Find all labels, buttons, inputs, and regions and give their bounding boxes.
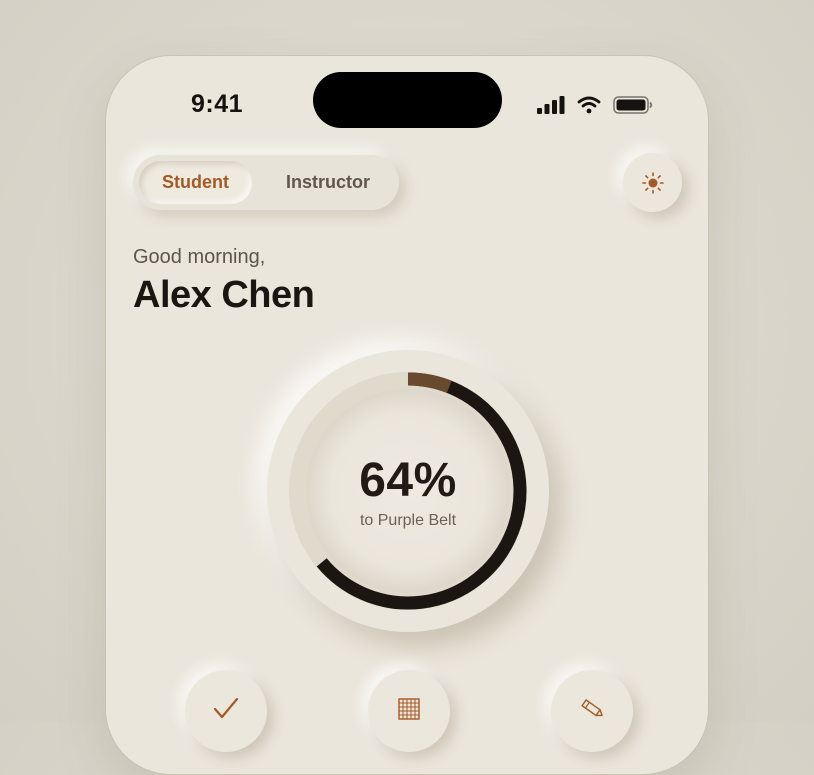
tab-instructor[interactable]: Instructor xyxy=(268,161,388,204)
theme-toggle-button[interactable] xyxy=(623,153,682,212)
progress-ring: 64% to Purple Belt xyxy=(267,350,549,632)
sun-icon xyxy=(641,171,664,194)
wifi-icon xyxy=(577,96,601,114)
check-in-button[interactable] xyxy=(185,670,267,752)
phone-frame: 9:41 Student Instructor Good morning, Al… xyxy=(105,55,709,775)
battery-icon xyxy=(613,96,653,114)
status-time: 9:41 xyxy=(191,90,244,118)
greeting-text: Good morning, xyxy=(133,246,266,268)
progress-percent: 64% xyxy=(359,454,457,507)
checkmark-icon xyxy=(213,698,239,719)
progress-goal-label: to Purple Belt xyxy=(359,512,457,529)
cellular-signal-icon xyxy=(537,96,565,114)
mode-toggle: Student Instructor xyxy=(133,155,399,210)
schedule-button[interactable] xyxy=(368,670,450,752)
tab-student[interactable]: Student xyxy=(139,161,252,204)
notes-button[interactable] xyxy=(551,670,633,752)
dynamic-island xyxy=(313,72,502,128)
pencil-icon xyxy=(581,699,603,717)
calendar-grid-icon xyxy=(398,698,420,720)
status-icons xyxy=(537,96,653,114)
user-name: Alex Chen xyxy=(133,274,315,316)
